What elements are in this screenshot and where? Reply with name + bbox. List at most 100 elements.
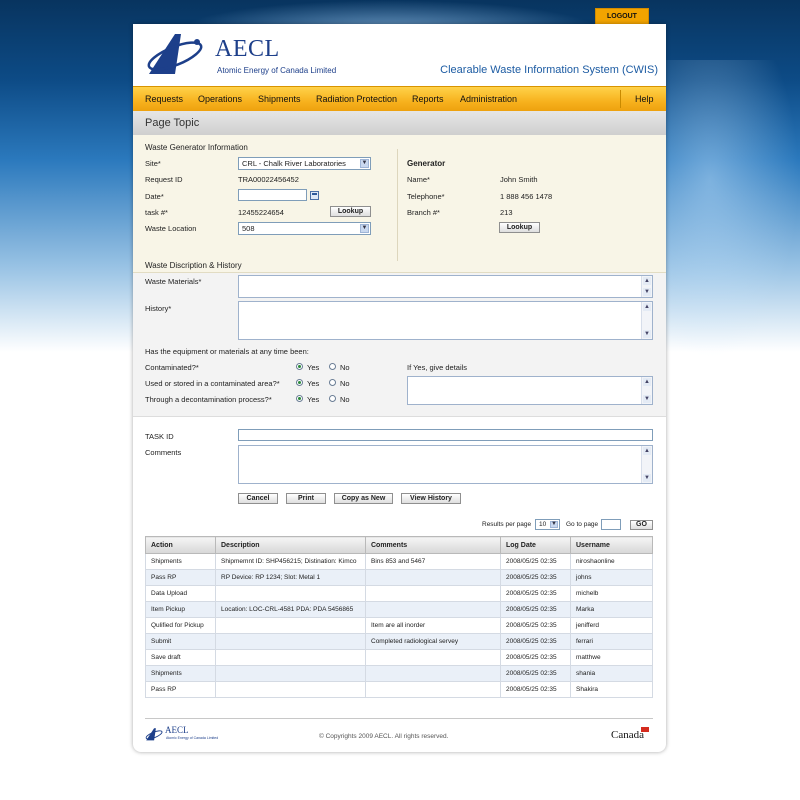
aecl-atom-icon [145, 728, 163, 741]
nav-item-reports[interactable]: Reports [412, 87, 444, 111]
column-header-username[interactable]: Username [570, 536, 653, 554]
table-row[interactable]: Submit Completed radiological servey 2008/… [145, 633, 653, 650]
contaminated-yes-radio[interactable] [296, 363, 303, 370]
table-row[interactable]: Qulified for Pickup Item are all inorder 2… [145, 617, 653, 634]
used-stored-label: Used or stored in a contaminated area?* [145, 379, 280, 388]
scrollbar[interactable]: ▲ ▼ [641, 377, 652, 404]
used-stored-yes-radio[interactable] [296, 379, 303, 386]
cell-comments [365, 569, 501, 586]
telephone-label: Telephone* [407, 192, 445, 201]
cell-username: matthwe [570, 649, 653, 666]
table-row[interactable]: Pass RP 2008/05/25 02:35 Shakira [145, 681, 653, 698]
cell-username: ferrari [570, 633, 653, 650]
waste-location-label: Waste Location [145, 224, 197, 233]
scroll-up-icon[interactable]: ▲ [643, 378, 651, 386]
contaminated-no-radio[interactable] [329, 363, 336, 370]
scrollbar[interactable]: ▲ ▼ [641, 302, 652, 339]
footer-logo-subtitle: Atomic Energy of Canada Limited [166, 736, 219, 740]
cell-log-date: 2008/05/25 02:35 [500, 585, 571, 602]
cancel-button[interactable]: Cancel [238, 493, 278, 504]
waste-location-select[interactable]: 508 ▼ [238, 222, 371, 235]
scroll-up-icon[interactable]: ▲ [643, 447, 651, 455]
copy-as-new-button[interactable]: Copy as New [334, 493, 393, 504]
cell-description: Location: LOC-CRL-4581 PDA: PDA 5456865 [215, 601, 366, 618]
waste-location-value: 508 [242, 224, 255, 233]
nav-item-requests[interactable]: Requests [145, 87, 183, 111]
nav-item-operations[interactable]: Operations [198, 87, 242, 111]
scrollbar[interactable]: ▲ ▼ [641, 446, 652, 483]
table-row[interactable]: Shipments Shipmemnt ID: SHP456215; Distin… [145, 553, 653, 570]
task-lookup-button[interactable]: Lookup [330, 206, 371, 217]
results-per-page-value: 10 [539, 521, 547, 528]
cell-description: Shipmemnt ID: SHP456215; Distination: Ki… [215, 553, 366, 570]
go-to-page-input[interactable] [601, 519, 621, 530]
cell-action: Qulified for Pickup [145, 617, 216, 634]
cell-log-date: 2008/05/25 02:35 [500, 569, 571, 586]
cell-action: Data Upload [145, 585, 216, 602]
column-divider [397, 149, 398, 261]
generator-lookup-button[interactable]: Lookup [499, 222, 540, 233]
site-select[interactable]: CRL - Chalk River Laboratories ▼ [238, 157, 371, 170]
contaminated-label: Contaminated?* [145, 363, 199, 372]
column-header-action[interactable]: Action [145, 536, 216, 554]
site-select-value: CRL - Chalk River Laboratories [242, 159, 346, 168]
scroll-down-icon[interactable]: ▼ [643, 330, 651, 338]
table-row[interactable]: Pass RP RP Device: RP 1234; Slot: Metal 1… [145, 569, 653, 586]
nav-item-help[interactable]: Help [635, 87, 654, 111]
cell-comments: Item are all inorder [365, 617, 501, 634]
table-row[interactable]: Data Upload 2008/05/25 02:35 michelb [145, 585, 653, 602]
cell-comments: Bins 853 and 5467 [365, 553, 501, 570]
cell-log-date: 2008/05/25 02:35 [500, 633, 571, 650]
decontamination-no-radio[interactable] [329, 395, 336, 402]
table-row[interactable]: Item Pickup Location: LOC-CRL-4581 PDA: P… [145, 601, 653, 618]
cell-username: jenifferd [570, 617, 653, 634]
radio-label-yes: Yes [307, 379, 320, 388]
task-id-input[interactable] [238, 429, 653, 441]
nav-item-shipments[interactable]: Shipments [258, 87, 301, 111]
calendar-icon[interactable] [310, 191, 319, 200]
footer-aecl-logo: AECL Atomic Energy of Canada Limited [145, 725, 235, 745]
telephone-value: 1 888 456 1478 [500, 192, 553, 201]
logout-button[interactable]: LOGOUT [595, 8, 649, 25]
cell-comments [365, 585, 501, 602]
scroll-down-icon[interactable]: ▼ [643, 474, 651, 482]
section-title-generator-info: Waste Generator Information [145, 143, 248, 152]
system-title: Clearable Waste Information System (CWIS… [440, 64, 658, 76]
decontamination-yes-radio[interactable] [296, 395, 303, 402]
results-per-page-select[interactable]: 10 ▼ [535, 519, 560, 530]
chevron-down-icon: ▼ [550, 521, 558, 528]
nav-item-radiation-protection[interactable]: Radiation Protection [316, 87, 397, 111]
decontamination-label: Through a decontamination process?* [145, 395, 272, 404]
date-label: Date* [145, 192, 164, 201]
waste-materials-textarea[interactable]: ▲ ▼ [238, 275, 653, 298]
cell-log-date: 2008/05/25 02:35 [500, 665, 571, 682]
table-row[interactable]: Shipments 2008/05/25 02:35 shania [145, 665, 653, 682]
scroll-down-icon[interactable]: ▼ [643, 288, 651, 296]
scrollbar[interactable]: ▲ ▼ [641, 276, 652, 297]
waste-generator-section [133, 135, 666, 273]
details-textarea[interactable]: ▲ ▼ [407, 376, 653, 405]
print-button[interactable]: Print [286, 493, 326, 504]
comments-textarea[interactable]: ▲ ▼ [238, 445, 653, 484]
column-header-description[interactable]: Description [215, 536, 366, 554]
history-textarea[interactable]: ▲ ▼ [238, 301, 653, 340]
scroll-up-icon[interactable]: ▲ [643, 303, 651, 311]
aecl-logo[interactable]: AECL Atomic Energy of Canada Limited [145, 30, 345, 80]
section-title-description: Waste Discription & History [145, 261, 242, 270]
column-header-log-date[interactable]: Log Date [500, 536, 571, 554]
scroll-down-icon[interactable]: ▼ [643, 395, 651, 403]
scroll-up-icon[interactable]: ▲ [643, 277, 651, 285]
nav-item-administration[interactable]: Administration [460, 87, 517, 111]
column-header-comments[interactable]: Comments [365, 536, 501, 554]
task-id-label: TASK ID [145, 432, 174, 441]
comments-label: Comments [145, 448, 182, 457]
cell-description [215, 633, 366, 650]
used-stored-no-radio[interactable] [329, 379, 336, 386]
radio-label-no: No [340, 379, 350, 388]
view-history-button[interactable]: View History [401, 493, 461, 504]
table-row[interactable]: Save draft 2008/05/25 02:35 matthwe [145, 649, 653, 666]
go-button[interactable]: GO [630, 520, 653, 530]
date-input[interactable] [238, 189, 307, 201]
cell-username: niroshaonline [570, 553, 653, 570]
cell-action: Save draft [145, 649, 216, 666]
